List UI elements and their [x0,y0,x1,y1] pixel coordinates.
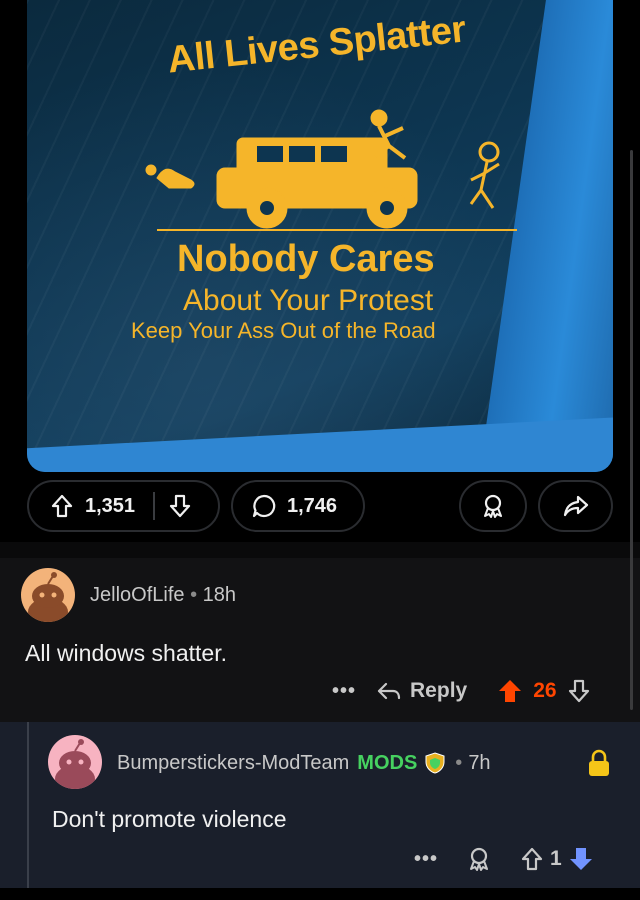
scrollbar[interactable] [630,150,633,710]
reply-arrow-icon [377,682,401,700]
upvote-icon[interactable] [51,494,73,518]
separator-dot: • [190,584,198,606]
timestamp: 18h [202,584,237,606]
thread-line[interactable] [27,722,29,888]
username[interactable]: Bumperstickers-ModTeam [117,752,349,775]
post-action-bar: 1,351 1,746 [0,480,640,532]
comment-actions: ••• 1 [414,844,594,874]
award-button[interactable] [459,480,527,532]
comment-author-line: Bumperstickers-ModTeam MODS • 7h [117,751,491,775]
mod-shield-icon [425,752,445,774]
mods-flair: MODS [357,751,418,774]
vote-pill: 1,351 [27,480,220,532]
downvote-filled-icon[interactable] [568,846,594,872]
sticker-line-2: About Your Protest [183,284,434,317]
sticker-divider-line [157,229,517,231]
section-divider [0,542,640,558]
upvote-icon[interactable] [520,847,544,871]
comment-body: All windows shatter. [25,640,227,666]
timestamp: 7h [468,751,491,774]
comment-count: 1,746 [287,494,338,517]
vote-separator [153,492,156,520]
more-options-button[interactable]: ••• [332,680,356,703]
sticker-line-3: Keep Your Ass Out of the Road [131,318,436,343]
share-icon [563,495,588,517]
snoo-avatar-icon [28,572,68,622]
reply-button[interactable]: Reply [376,679,467,703]
bottom-edge [0,888,640,900]
avatar[interactable] [21,568,75,622]
separator-dot: • [455,751,463,774]
comment-bubble-icon [252,494,276,518]
more-options-button[interactable]: ••• [414,848,438,871]
post-image[interactable]: All Lives Splatter Nobody Cares About Yo… [27,0,613,472]
snoo-avatar-icon [55,739,95,789]
avatar[interactable] [48,735,102,789]
share-button[interactable] [538,480,613,532]
comment-actions: ••• Reply 26 [332,676,591,706]
post-vote-count: 1,351 [85,494,136,517]
award-icon[interactable] [466,846,492,872]
comment-vote-count: 1 [550,847,562,870]
lock-icon [589,749,609,776]
comment-body: Don't promote violence [52,806,287,832]
username[interactable]: JelloOfLife [90,584,185,606]
downvote-icon[interactable] [567,679,591,703]
sticker-line-1: Nobody Cares [177,238,435,280]
comment-vote-count: 26 [533,679,557,702]
downvote-icon[interactable] [169,494,191,518]
jeep-sticker-graphic [145,109,500,229]
upvote-filled-icon[interactable] [497,678,523,704]
reply-label: Reply [410,679,468,702]
award-icon [484,494,502,518]
comments-button[interactable]: 1,746 [231,480,365,532]
comment-author-line: JelloOfLife • 18h [90,584,236,607]
